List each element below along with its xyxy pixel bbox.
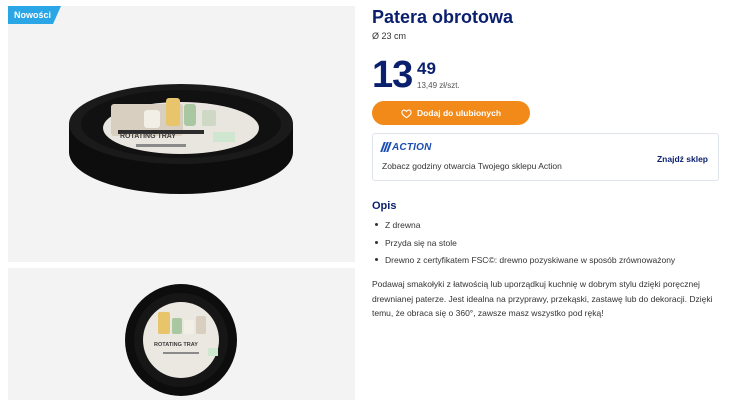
- tray-label-text: ROTATING TRAY: [120, 133, 176, 140]
- price-integer: 13: [372, 54, 413, 96]
- unit-price: 13,49 zł/szt.: [417, 81, 460, 90]
- price-decimal: 49: [417, 59, 436, 78]
- list-item: Przyda się na stole: [372, 237, 675, 255]
- new-badge: Nowości: [8, 6, 61, 24]
- product-image-secondary[interactable]: ROTATING TRAY: [8, 268, 355, 400]
- heart-icon: [401, 109, 412, 118]
- product-size: Ø 23 cm: [372, 31, 407, 41]
- find-store-link[interactable]: Znajdź sklep: [657, 154, 708, 164]
- add-to-favorites-button[interactable]: Dodaj do ulubionych: [372, 101, 530, 125]
- product-title: Patera obrotowa: [372, 7, 514, 27]
- store-hours-text: Zobacz godziny otwarcia Twojego sklepu A…: [382, 161, 562, 171]
- rotating-tray-illustration: ROTATING TRAY: [69, 84, 293, 194]
- product-image-main[interactable]: Nowości ROTATING TRAY: [8, 6, 355, 262]
- description-heading: Opis: [372, 200, 397, 212]
- add-to-favorites-label: Dodaj do ulubionych: [416, 108, 502, 118]
- rotating-tray-top-illustration: ROTATING TRAY: [125, 284, 237, 396]
- description-text: Podawaj smakołyki z łatwością lub uporzą…: [372, 279, 713, 318]
- list-item: Z drewna: [372, 219, 675, 237]
- tray-label-text-secondary: ROTATING TRAY: [154, 342, 198, 348]
- action-logo: ACTION: [380, 141, 432, 153]
- list-item: Drewno z certyfikatem FSC©: drewno pozys…: [372, 254, 675, 272]
- store-card: ACTION Zobacz godziny otwarcia Twojego s…: [372, 133, 719, 181]
- description-bullets: Z drewna Przyda się na stole Drewno z ce…: [372, 219, 675, 272]
